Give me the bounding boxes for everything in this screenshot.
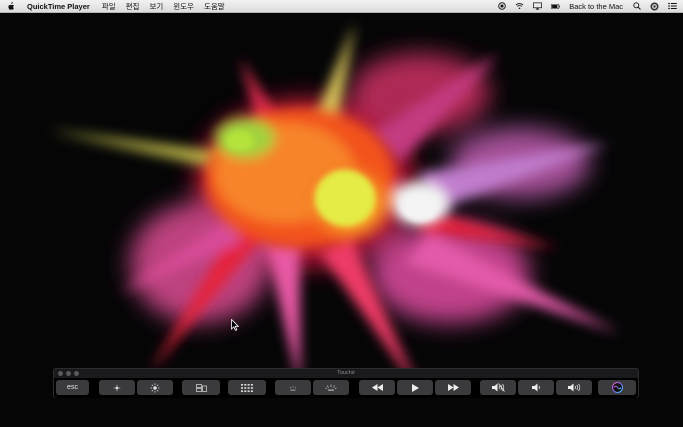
siri-icon[interactable] <box>650 2 659 11</box>
record-stop-icon[interactable] <box>497 2 506 11</box>
brightness-up-icon <box>150 383 160 392</box>
keyboard-brightness-down-icon <box>289 385 297 391</box>
status-area: Back to the Mac <box>497 2 677 11</box>
keyboard-brightness-up-icon <box>325 384 337 391</box>
menu-window[interactable]: 윈도우 <box>173 1 194 12</box>
menu-help[interactable]: 도움말 <box>204 1 225 12</box>
rewind-icon <box>371 384 383 391</box>
play-icon <box>411 383 419 392</box>
menu-bar: QuickTime Player 파일 편집 보기 윈도우 도움말 Back t… <box>0 0 683 13</box>
volume-up-key[interactable] <box>556 380 592 395</box>
keyboard-brightness-up-key[interactable] <box>313 380 349 395</box>
brightness-down-key[interactable] <box>99 380 135 395</box>
airplay-icon[interactable] <box>533 2 543 11</box>
volume-down-key[interactable] <box>518 380 554 395</box>
window-titlebar[interactable]: Touché <box>54 369 638 377</box>
mute-key[interactable] <box>480 380 516 395</box>
play-pause-key[interactable] <box>397 380 433 395</box>
spotlight-search-icon[interactable] <box>632 2 641 11</box>
volume-down-icon <box>531 383 540 392</box>
notification-center-icon[interactable] <box>668 2 677 11</box>
fast-forward-icon <box>447 384 459 391</box>
color-powder-explosion-wallpaper <box>0 13 683 427</box>
menu-view[interactable]: 보기 <box>149 1 163 12</box>
mouse-cursor-icon <box>231 318 240 331</box>
siri-icon <box>611 382 623 393</box>
menu-file[interactable]: 파일 <box>102 1 116 12</box>
wifi-icon[interactable] <box>515 2 524 11</box>
back-to-the-mac-menu[interactable]: Back to the Mac <box>569 2 623 11</box>
keyboard-brightness-down-key[interactable] <box>275 380 311 395</box>
brightness-up-key[interactable] <box>137 380 173 395</box>
window-title: Touché <box>337 370 355 376</box>
volume-mute-icon <box>491 383 505 392</box>
siri-key[interactable] <box>598 380 636 395</box>
app-name-menu[interactable]: QuickTime Player <box>27 2 90 11</box>
touche-window[interactable]: Touché esc <box>53 368 639 398</box>
menu-edit[interactable]: 편집 <box>126 1 140 12</box>
rewind-key[interactable] <box>359 380 395 395</box>
mission-control-key[interactable] <box>182 380 220 395</box>
battery-icon[interactable] <box>551 2 560 11</box>
mission-control-icon <box>195 383 207 392</box>
launchpad-key[interactable] <box>228 380 266 395</box>
volume-up-icon <box>567 383 580 392</box>
apple-menu-icon[interactable] <box>6 1 15 11</box>
brightness-down-icon <box>113 384 121 391</box>
esc-key[interactable]: esc <box>56 380 89 395</box>
fast-forward-key[interactable] <box>435 380 471 395</box>
launchpad-icon <box>241 383 253 392</box>
